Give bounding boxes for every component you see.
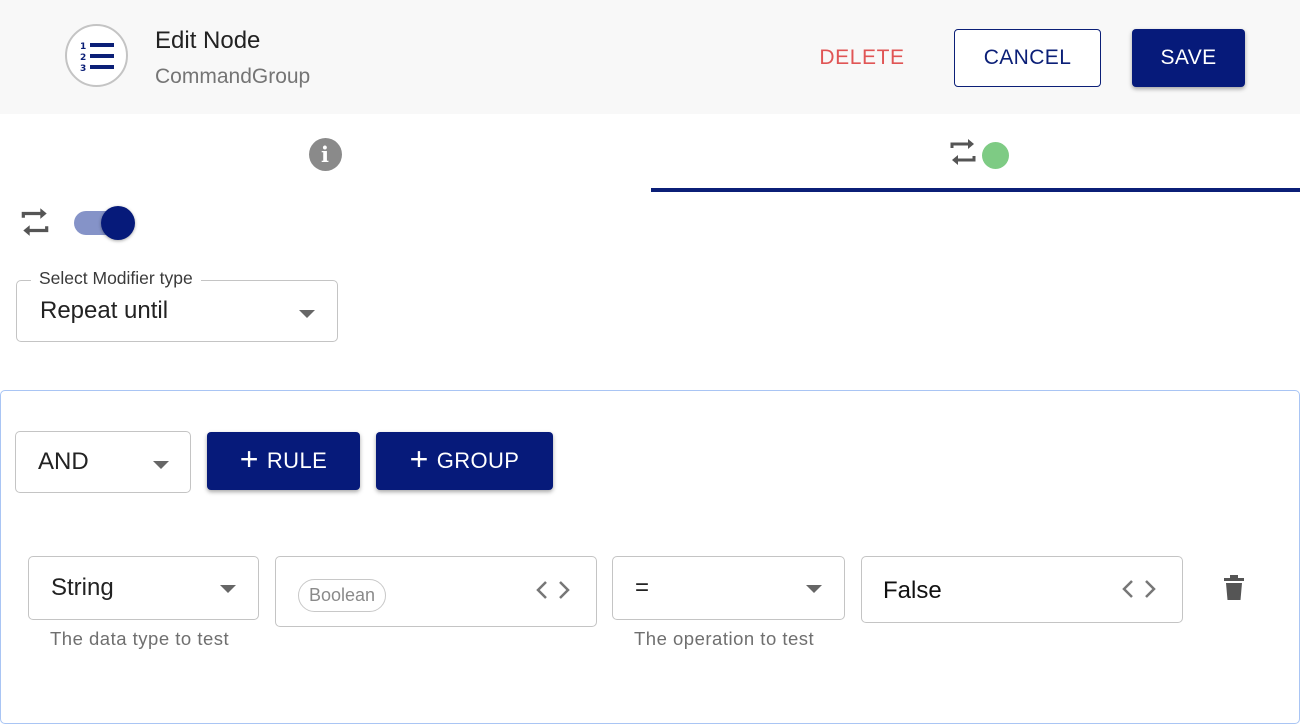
chevron-down-icon bbox=[220, 585, 236, 593]
dialog-header: 1 2 3 Edit Node CommandGroup bbox=[0, 0, 1300, 114]
plus-icon: + bbox=[409, 441, 429, 477]
value-chip: Boolean bbox=[298, 579, 387, 612]
delete-rule-icon[interactable] bbox=[1223, 575, 1245, 606]
svg-text:2: 2 bbox=[80, 53, 86, 63]
operator-helper: The operation to test bbox=[634, 628, 815, 649]
operator-select[interactable]: = bbox=[612, 556, 845, 620]
right-operand-value: False bbox=[883, 577, 942, 604]
combinator-value: AND bbox=[38, 448, 89, 475]
status-dot bbox=[981, 142, 1009, 169]
combinator-select[interactable]: AND bbox=[15, 431, 191, 493]
info-icon: i bbox=[308, 138, 342, 171]
dialog-title: Edit Node bbox=[155, 27, 261, 54]
dialog-subtitle: CommandGroup bbox=[155, 65, 311, 88]
toggle-thumb bbox=[101, 206, 135, 240]
chevron-down-icon bbox=[299, 310, 315, 318]
save-button[interactable]: SAVE bbox=[1132, 29, 1245, 87]
code-icon[interactable] bbox=[1122, 578, 1156, 605]
operator-value: = bbox=[635, 574, 650, 601]
cancel-button[interactable]: CANCEL bbox=[954, 29, 1101, 87]
repeat-icon bbox=[948, 136, 978, 173]
chevron-down-icon bbox=[153, 461, 169, 469]
svg-text:3: 3 bbox=[80, 64, 86, 74]
plus-icon: + bbox=[239, 441, 259, 477]
add-rule-button[interactable]: + RULE bbox=[207, 432, 360, 490]
add-group-label: GROUP bbox=[436, 448, 520, 473]
data-type-value: String bbox=[51, 574, 114, 601]
select-label: Select Modifier type bbox=[31, 268, 201, 289]
repeat-icon bbox=[19, 205, 51, 244]
data-type-helper: The data type to test bbox=[50, 628, 230, 649]
add-rule-label: RULE bbox=[266, 448, 328, 473]
format-list-numbered-icon: 1 2 3 bbox=[65, 24, 128, 87]
select-value: Repeat until bbox=[40, 297, 169, 324]
left-operand-field[interactable]: Boolean bbox=[275, 556, 597, 627]
chevron-down-icon bbox=[806, 585, 822, 593]
right-operand-field[interactable]: False bbox=[861, 556, 1183, 623]
modifier-toggle[interactable] bbox=[74, 206, 135, 240]
code-icon[interactable] bbox=[536, 579, 570, 606]
active-tab-indicator bbox=[651, 188, 1300, 192]
modifier-type-select[interactable]: Select Modifier type Repeat until bbox=[16, 268, 338, 342]
tab-modifier[interactable] bbox=[650, 114, 1300, 192]
add-group-button[interactable]: + GROUP bbox=[376, 432, 553, 490]
delete-button[interactable]: DELETE bbox=[800, 30, 924, 86]
svg-text:1: 1 bbox=[80, 42, 86, 52]
data-type-select[interactable]: String bbox=[28, 556, 259, 620]
tab-info[interactable]: i bbox=[0, 114, 650, 192]
